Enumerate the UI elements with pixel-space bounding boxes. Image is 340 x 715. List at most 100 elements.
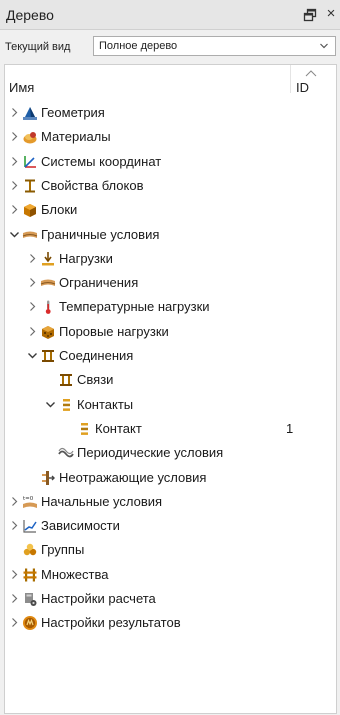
tree-item-initial-conditions[interactable]: t=0 Начальные условия (5, 491, 336, 513)
tree-item-label: Неотражающие условия (59, 470, 207, 485)
chevron-right-icon[interactable] (9, 156, 20, 167)
tree-item-periodic-conditions[interactable]: Периодические условия (5, 442, 336, 464)
chevron-down-icon (320, 43, 328, 49)
tree-item-label: Начальные условия (41, 494, 163, 509)
tree-item-groups[interactable]: Группы (5, 539, 336, 561)
dependencies-icon (23, 520, 37, 533)
tree-item-label: Нагрузки (59, 251, 113, 266)
tree-item-label: Материалы (41, 129, 111, 144)
tree-item-label: Температурные нагрузки (59, 299, 210, 314)
geometry-icon (23, 107, 37, 120)
tree-item-label: Граничные условия (41, 227, 160, 242)
tree-item-label: Зависимости (41, 518, 120, 533)
chevron-right-icon[interactable] (27, 326, 38, 337)
chevron-right-icon[interactable] (9, 131, 20, 142)
blocks-icon (24, 204, 36, 217)
tree-item-label: Связи (77, 372, 114, 387)
tree-item-label: Настройки расчета (41, 591, 156, 606)
tree-view[interactable]: Имя ID Геометрия Материалы Системы координ… (4, 64, 337, 714)
chevron-right-icon[interactable] (9, 593, 20, 604)
tree-item-connections[interactable]: Соединения (5, 345, 336, 367)
non-reflecting-icon (42, 471, 55, 485)
tree-item-ties[interactable]: Связи (5, 369, 336, 391)
tree-item-label: Свойства блоков (41, 178, 144, 193)
analysis-settings-icon (25, 593, 37, 606)
tree-item-results-settings[interactable]: Настройки результатов (5, 612, 336, 634)
tree-item-label: Контакт (95, 421, 142, 436)
chevron-right-icon[interactable] (9, 107, 20, 118)
tree-item-block-properties[interactable]: Свойства блоков (5, 175, 336, 197)
chevron-right-icon[interactable] (9, 180, 20, 191)
chevron-right-icon[interactable] (9, 204, 20, 215)
connections-icon (42, 350, 54, 362)
tree-item-contact[interactable]: Контакт 1 (5, 418, 336, 440)
chevron-down-icon[interactable] (45, 399, 56, 410)
tree-item-contacts[interactable]: Контакты (5, 394, 336, 416)
column-divider[interactable] (290, 65, 291, 93)
tree-item-pore-loads[interactable]: Поровые нагрузки (5, 321, 336, 343)
tree-item-label: Системы координат (41, 154, 162, 169)
materials-icon (23, 132, 37, 144)
tree-item-label: Ограничения (59, 275, 139, 290)
pore-loads-icon (42, 326, 54, 339)
tree-item-blocks[interactable]: Блоки (5, 199, 336, 221)
coordinate-systems-icon (24, 156, 36, 168)
block-properties-icon (25, 179, 35, 193)
tree-item-label: Группы (41, 542, 85, 557)
tree-item-dependencies[interactable]: Зависимости (5, 515, 336, 537)
results-settings-icon (23, 616, 37, 630)
contacts-icon (63, 399, 70, 411)
chevron-right-icon[interactable] (27, 253, 38, 264)
view-selector-row: Текущий вид Полное дерево (0, 30, 340, 62)
tree-item-non-reflecting[interactable]: Неотражающие условия (5, 467, 336, 489)
tree-item-coordinate-systems[interactable]: Системы координат (5, 151, 336, 173)
groups-icon (23, 543, 37, 556)
panel-titlebar: Дерево × (0, 0, 340, 30)
tree-column-header: Имя ID (5, 65, 336, 95)
chevron-right-icon[interactable] (9, 496, 20, 507)
chevron-right-icon[interactable] (9, 569, 20, 580)
constraints-icon (40, 279, 56, 286)
loads-icon (42, 252, 54, 266)
sets-icon (23, 568, 37, 582)
tree-item-analysis-settings[interactable]: Настройки расчета (5, 588, 336, 610)
tree-panel: Дерево × Текущий вид Полное дерево Имя I… (0, 0, 340, 715)
tree-item-materials[interactable]: Материалы (5, 126, 336, 148)
tree-item-label: Периодические условия (77, 445, 224, 460)
chevron-down-icon[interactable] (9, 229, 20, 240)
current-view-value: Полное дерево (99, 40, 178, 52)
sort-ascending-icon (305, 70, 317, 77)
chevron-right-icon[interactable] (27, 301, 38, 312)
panel-title: Дерево (6, 7, 54, 23)
column-header-id[interactable]: ID (296, 80, 309, 95)
chevron-right-icon[interactable] (9, 617, 20, 628)
tree-item-loads[interactable]: Нагрузки (5, 248, 336, 270)
current-view-select[interactable]: Полное дерево (93, 36, 336, 56)
current-view-label: Текущий вид (5, 41, 71, 53)
tree-item-label: Геометрия (41, 105, 105, 120)
tree-item-label: Настройки результатов (41, 615, 181, 630)
contact-icon (81, 423, 88, 435)
tree-item-label: Блоки (41, 202, 78, 217)
thermometer-icon (45, 300, 51, 314)
svg-text:t=0: t=0 (23, 496, 34, 502)
chevron-right-icon[interactable] (9, 520, 20, 531)
tree-item-thermometer[interactable]: Температурные нагрузки (5, 296, 336, 318)
column-header-name[interactable]: Имя (9, 80, 34, 95)
tree-item-constraints[interactable]: Ограничения (5, 272, 336, 294)
ties-icon (60, 374, 72, 386)
tree-item-id: 1 (286, 421, 294, 436)
tree-item-label: Контакты (77, 397, 134, 412)
undock-icon[interactable] (303, 8, 317, 22)
tree-item-label: Множества (41, 567, 109, 582)
initial-conditions-icon: t=0 (23, 496, 37, 508)
close-icon[interactable]: × (324, 6, 338, 21)
chevron-down-icon[interactable] (27, 350, 38, 361)
tree-item-label: Соединения (59, 348, 134, 363)
chevron-right-icon[interactable] (27, 277, 38, 288)
tree-item-boundary-conditions[interactable]: Граничные условия (5, 224, 336, 246)
tree-item-sets[interactable]: Множества (5, 564, 336, 586)
boundary-conditions-icon (22, 231, 38, 238)
periodic-conditions-icon (58, 447, 74, 458)
tree-item-geometry[interactable]: Геометрия (5, 102, 336, 124)
